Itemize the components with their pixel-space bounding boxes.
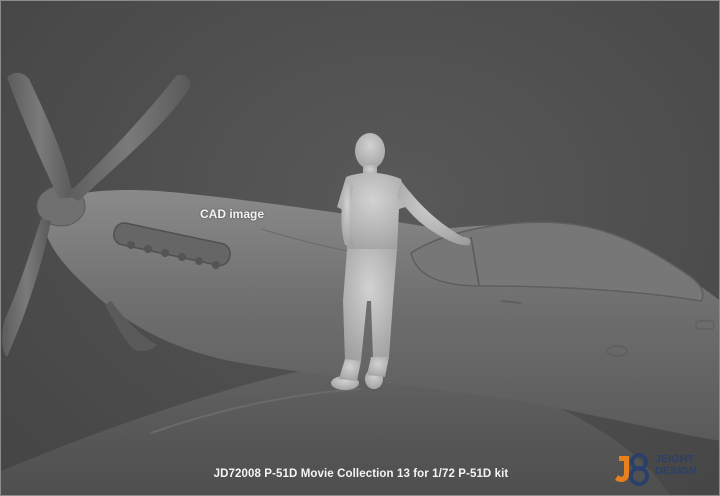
logo-wordmark: JEIGHT DESIGN bbox=[655, 453, 696, 477]
logo-line2: DESIGN bbox=[655, 465, 697, 477]
cad-image-label: CAD image bbox=[200, 207, 265, 221]
propeller-blade bbox=[67, 74, 191, 201]
j8-logo-mark bbox=[615, 453, 649, 486]
image-frame: CAD image JD72008 P-51D Movie Collection… bbox=[0, 0, 720, 496]
cad-render-scene bbox=[1, 72, 719, 495]
logo-line1: JEIGHT bbox=[655, 453, 695, 465]
jeight-design-logo: JEIGHT DESIGN bbox=[613, 448, 713, 488]
propeller-blade bbox=[7, 72, 73, 199]
propeller-blade bbox=[2, 219, 51, 357]
